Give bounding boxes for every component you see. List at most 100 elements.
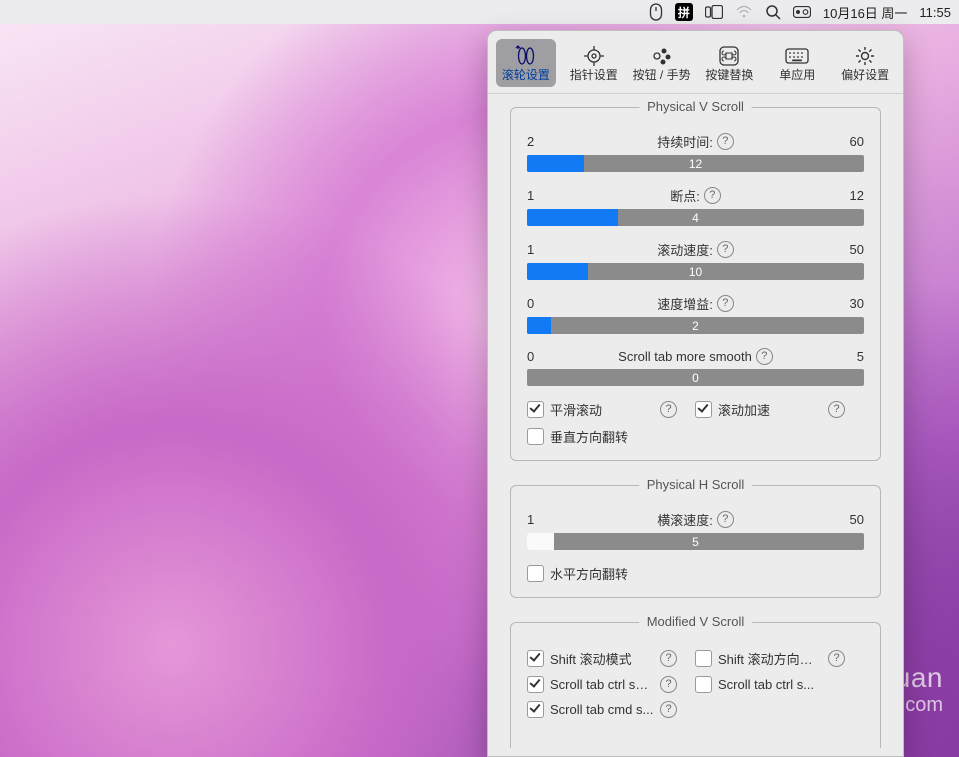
tab-pointer[interactable]: 指针设置 [564, 39, 624, 87]
slider-max: 12 [834, 188, 864, 203]
slider-min: 1 [527, 242, 557, 257]
tab-keyswap[interactable]: 按键替换 [700, 39, 760, 87]
gesture-icon [651, 45, 673, 67]
slider-max: 60 [834, 134, 864, 149]
checkbox-icon [527, 565, 544, 582]
slider-label: Scroll tab more smooth [618, 349, 752, 364]
tab-prefs[interactable]: 偏好设置 [835, 39, 895, 87]
slider-value: 12 [527, 155, 864, 172]
slider-min: 0 [527, 349, 557, 364]
slider-track[interactable]: 0 [527, 369, 864, 386]
check-label: 垂直方向翻转 [550, 427, 654, 446]
menubar-time[interactable]: 11:55 [919, 5, 951, 20]
help-icon[interactable]: ? [828, 401, 845, 418]
check-smooth-scroll[interactable]: 平滑滚动 ? [527, 400, 677, 419]
tab-scroll[interactable]: 滚轮设置 [496, 39, 556, 87]
tab-label: 单应用 [779, 69, 815, 81]
slider-breakpoint: 1 断点:? 12 4 [527, 186, 864, 226]
help-icon[interactable]: ? [704, 187, 721, 204]
mouse-icon[interactable] [649, 3, 663, 21]
slider-value: 4 [527, 209, 864, 226]
check-shift-mode[interactable]: Shift 滚动模式 ? [527, 649, 677, 668]
slider-min: 1 [527, 188, 557, 203]
checkbox-icon [695, 650, 712, 667]
slider-value: 10 [527, 263, 864, 280]
slider-label: 速度增益: [657, 294, 713, 313]
help-icon[interactable]: ? [660, 650, 677, 667]
check-label: 水平方向翻转 [550, 564, 654, 583]
check-label: Shift 滚动方向… [718, 649, 822, 668]
tab-label: 偏好设置 [841, 69, 889, 81]
slider-max: 50 [834, 512, 864, 527]
check-cmd-scroll[interactable]: Scroll tab cmd s... ? [527, 701, 677, 718]
slider-label: 横滚速度: [657, 510, 713, 529]
slider-track[interactable]: 2 [527, 317, 864, 334]
slider-max: 30 [834, 296, 864, 311]
slider-max: 50 [834, 242, 864, 257]
check-vflip[interactable]: 垂直方向翻转 [527, 427, 677, 446]
preferences-panel: 滚轮设置 指针设置 按钮 / 手势 按键替换 单应用 [487, 30, 904, 757]
help-icon[interactable]: ? [756, 348, 773, 365]
group-title: Modified V Scroll [639, 614, 753, 629]
slider-label: 持续时间: [657, 132, 713, 151]
menubar-date[interactable]: 10月16日 周一 [823, 3, 908, 22]
checkbox-icon [695, 676, 712, 693]
slider-track[interactable]: 12 [527, 155, 864, 172]
slider-label: 断点: [670, 186, 700, 205]
help-icon[interactable]: ? [717, 133, 734, 150]
check-ctrl-scroll-right[interactable]: Scroll tab ctrl s... [695, 676, 845, 693]
group-mscroll: Modified V Scroll Shift 滚动模式 ? Shift 滚动方… [510, 622, 881, 748]
control-center-icon[interactable] [793, 6, 811, 18]
help-icon[interactable]: ? [660, 676, 677, 693]
help-icon[interactable]: ? [660, 401, 677, 418]
slider-label: 滚动速度: [657, 240, 713, 259]
stage-manager-icon[interactable] [705, 5, 723, 19]
slider-smooth: 0 Scroll tab more smooth? 5 0 [527, 348, 864, 386]
slider-min: 1 [527, 512, 557, 527]
group-hscroll: Physical H Scroll 1 横滚速度:? 50 5 水平方向翻转 [510, 485, 881, 598]
check-hflip[interactable]: 水平方向翻转 [527, 564, 677, 583]
group-title: Physical H Scroll [639, 477, 753, 492]
tab-perapp[interactable]: 单应用 [767, 39, 827, 87]
input-method-icon[interactable]: 拼 [675, 3, 693, 21]
slider-min: 0 [527, 296, 557, 311]
slider-min: 2 [527, 134, 557, 149]
check-ctrl-scroll-left[interactable]: Scroll tab ctrl scr... ? [527, 676, 677, 693]
slider-hspeed: 1 横滚速度:? 50 5 [527, 510, 864, 550]
slider-max: 5 [834, 349, 864, 364]
checkbox-icon [527, 676, 544, 693]
slider-value: 5 [527, 533, 864, 550]
slider-track[interactable]: 5 [527, 533, 864, 550]
tab-label: 按钮 / 手势 [633, 69, 691, 81]
checkbox-icon [695, 401, 712, 418]
help-icon[interactable]: ? [660, 701, 677, 718]
checkbox-icon [527, 650, 544, 667]
tab-label: 指针设置 [570, 69, 618, 81]
check-label: Shift 滚动模式 [550, 649, 654, 668]
slider-value: 2 [527, 317, 864, 334]
command-key-icon [718, 45, 740, 67]
slider-track[interactable]: 4 [527, 209, 864, 226]
tab-buttons[interactable]: 按钮 / 手势 [632, 39, 692, 87]
check-label: Scroll tab ctrl scr... [550, 677, 654, 692]
menubar: 拼 10月16日 周一 11:55 [0, 0, 959, 24]
help-icon[interactable]: ? [717, 511, 734, 528]
pointer-target-icon [583, 45, 605, 67]
check-label: 平滑滚动 [550, 400, 654, 419]
slider-gain: 0 速度增益:? 30 2 [527, 294, 864, 334]
gear-icon [854, 45, 876, 67]
help-icon[interactable]: ? [717, 295, 734, 312]
slider-track[interactable]: 10 [527, 263, 864, 280]
help-icon[interactable]: ? [717, 241, 734, 258]
spotlight-icon[interactable] [765, 4, 781, 20]
keyboard-icon [785, 45, 809, 67]
check-accel[interactable]: 滚动加速 ? [695, 400, 845, 419]
panel-body: Physical V Scroll 2 持续时间:? 60 12 1 断点:? [488, 93, 903, 756]
group-title: Physical V Scroll [639, 99, 752, 114]
tab-bar: 滚轮设置 指针设置 按钮 / 手势 按键替换 单应用 [488, 31, 903, 94]
help-icon[interactable]: ? [828, 650, 845, 667]
check-shift-dir[interactable]: Shift 滚动方向… ? [695, 649, 845, 668]
wifi-icon[interactable] [735, 5, 753, 19]
slider-speed: 1 滚动速度:? 50 10 [527, 240, 864, 280]
slider-value: 0 [527, 369, 864, 386]
